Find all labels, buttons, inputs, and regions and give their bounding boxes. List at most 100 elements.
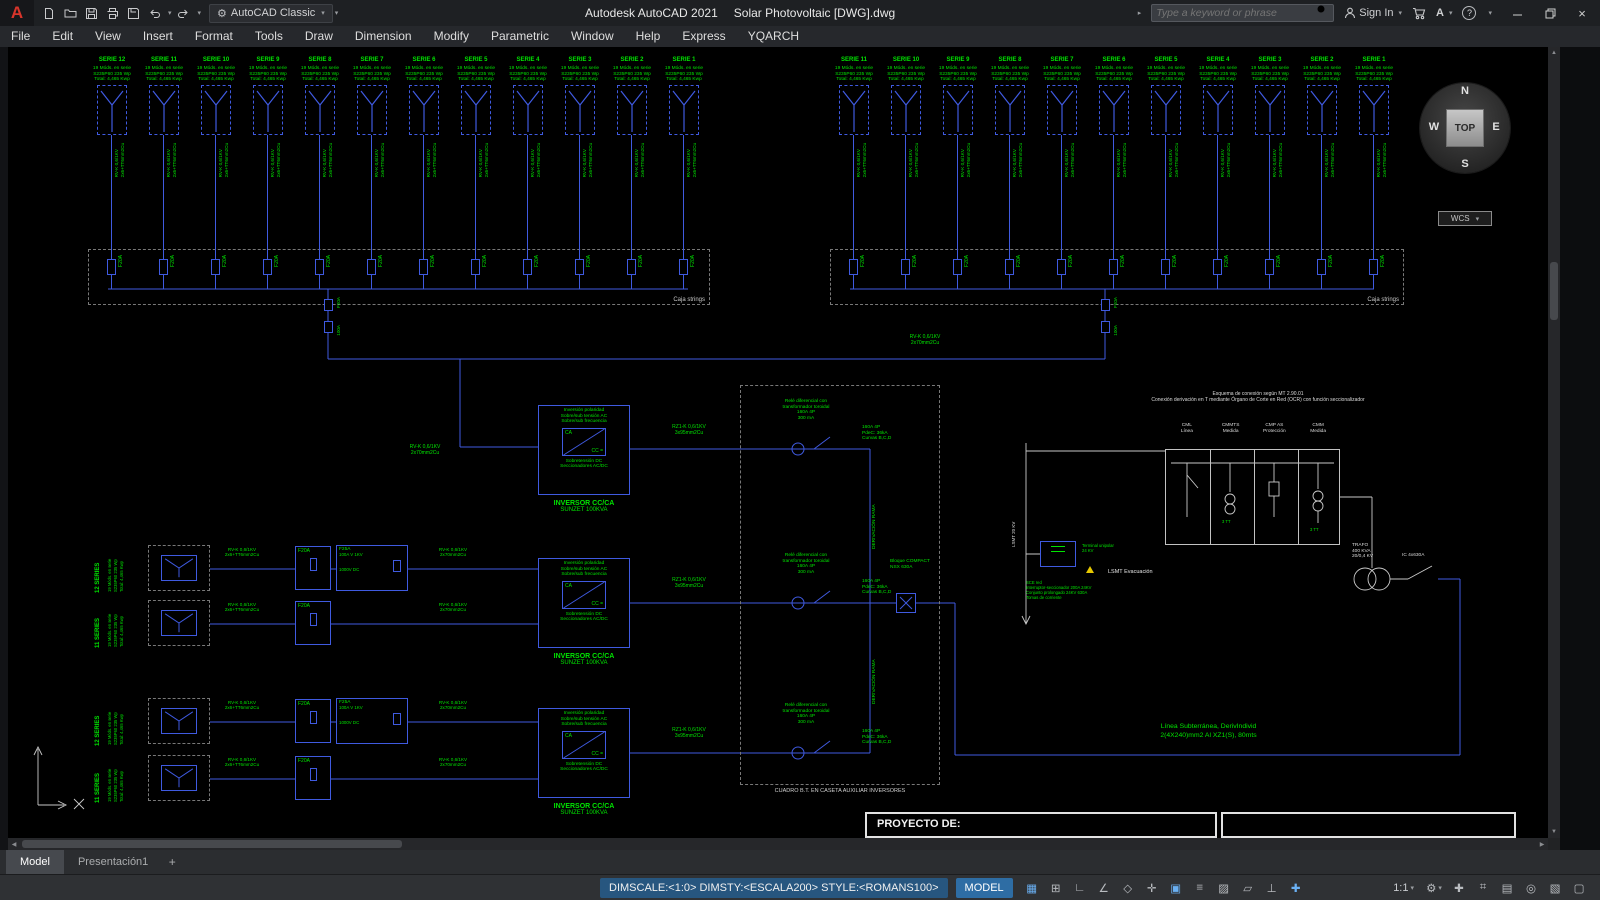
transformer-label: TRAFO 400 KVA 20/0,4 KV xyxy=(1352,543,1374,560)
annotation-scale-button[interactable]: 1:1 ▾ xyxy=(1387,878,1420,898)
menu-item[interactable]: Parametric xyxy=(480,26,560,47)
autocad-logo-icon[interactable]: A xyxy=(0,0,34,26)
differential-relay-cluster: Relé diferencial con transformador toroi… xyxy=(748,399,934,477)
menu-item[interactable]: Help xyxy=(625,26,672,47)
qat-customize-icon[interactable]: ▾ xyxy=(335,9,339,17)
sign-in-button[interactable]: Sign In ▾ xyxy=(1344,7,1402,19)
mv-feeder-label: LSMT 20 KV xyxy=(1011,521,1016,547)
undo-icon[interactable] xyxy=(145,4,163,22)
help-icon[interactable]: ? xyxy=(1462,6,1477,20)
save-icon[interactable] xyxy=(82,4,100,22)
scroll-right-icon[interactable]: ▶ xyxy=(1536,838,1548,850)
menu-item[interactable]: Format xyxy=(184,26,244,47)
compass-north[interactable]: N xyxy=(1458,85,1472,97)
save-as-icon[interactable] xyxy=(124,4,142,22)
mv-cell-header: CMP AS Protección xyxy=(1263,423,1286,434)
differential-relay-cluster: Relé diferencial con transformador toroi… xyxy=(748,703,934,781)
horizontal-scrollbar[interactable]: ◀ ▶ xyxy=(8,838,1548,850)
menu-item[interactable]: Draw xyxy=(294,26,344,47)
derivacion-label: DERIVACIÓN RAMA xyxy=(872,504,877,549)
menu-item[interactable]: Tools xyxy=(244,26,294,47)
user-icon xyxy=(1345,7,1356,19)
scroll-left-icon[interactable]: ◀ xyxy=(8,838,20,850)
new-layout-button[interactable]: + xyxy=(162,855,182,869)
apps-icon[interactable]: A ▾ xyxy=(1436,7,1452,19)
search-input[interactable] xyxy=(1156,6,1317,20)
object-snap-icon[interactable]: ▣ xyxy=(1165,878,1187,898)
undo-dropdown-icon[interactable]: ▾ xyxy=(168,9,172,17)
menu-item[interactable]: Edit xyxy=(41,26,84,47)
tab-presentacion1[interactable]: Presentación1 xyxy=(64,850,162,874)
window-controls: × xyxy=(1510,5,1590,21)
chevron-down-icon: ▾ xyxy=(1438,884,1442,892)
compass-east[interactable]: E xyxy=(1489,121,1503,133)
isometric-drafting-icon[interactable]: ◇ xyxy=(1117,878,1139,898)
relay-label: Relé diferencial con transformador toroi… xyxy=(782,553,830,575)
compass-west[interactable]: W xyxy=(1427,121,1441,133)
menu-item[interactable]: Modify xyxy=(423,26,480,47)
relay-label: Relé diferencial con transformador toroi… xyxy=(782,703,830,725)
tab-model[interactable]: Model xyxy=(6,850,64,874)
quick-properties-icon[interactable]: ▤ xyxy=(1496,878,1518,898)
cart-icon[interactable] xyxy=(1412,7,1426,20)
drawing-canvas[interactable]: Caja strings SERIE 12 19 Móds. en serie … xyxy=(8,47,1548,838)
open-folder-icon[interactable] xyxy=(61,4,79,22)
menu-item[interactable]: Dimension xyxy=(344,26,423,47)
redo-dropdown-icon[interactable]: ▾ xyxy=(198,9,202,17)
graphics-performance-icon[interactable]: ▧ xyxy=(1544,878,1566,898)
ortho-mode-icon[interactable]: ∟ xyxy=(1069,878,1091,898)
minimize-button[interactable] xyxy=(1510,5,1526,21)
search-expand-icon[interactable]: ▸ xyxy=(1138,9,1142,17)
chevron-down-icon: ▾ xyxy=(1475,215,1480,223)
compass-south[interactable]: S xyxy=(1458,158,1472,170)
sign-in-label: Sign In xyxy=(1359,7,1394,19)
grid-icon[interactable]: ▦ xyxy=(1021,878,1043,898)
close-button[interactable]: × xyxy=(1574,5,1590,21)
nsx-breaker-symbol xyxy=(896,593,916,613)
units-icon[interactable]: ⌗ xyxy=(1472,878,1494,898)
transparency-icon[interactable]: ▨ xyxy=(1213,878,1235,898)
view-compass[interactable]: N W E S TOP xyxy=(1413,76,1517,180)
titleblock-right xyxy=(1221,812,1516,838)
lineweight-icon[interactable]: ≡ xyxy=(1189,878,1211,898)
help-dropdown-icon[interactable]: ▾ xyxy=(1488,9,1492,17)
mv-cell-header: CMM Medida xyxy=(1310,423,1326,434)
menu-item[interactable]: File xyxy=(0,26,41,47)
redo-icon[interactable] xyxy=(175,4,193,22)
gear-icon: ⚙ xyxy=(217,7,227,20)
search-icon[interactable] xyxy=(1316,4,1329,22)
plot-icon[interactable] xyxy=(103,4,121,22)
menu-item[interactable]: Insert xyxy=(132,26,184,47)
titlebar: A ▾ ▾ ⚙ AutoCAD Classic ▾ ▾ Autodesk Aut… xyxy=(0,0,1600,26)
isolate-objects-icon[interactable]: ◎ xyxy=(1520,878,1542,898)
mv-scheme-note: Esquema de conexión según MT 2.90.01 Con… xyxy=(1151,391,1365,403)
workspace-switcher[interactable]: ⚙ AutoCAD Classic ▾ xyxy=(209,3,333,23)
workspace-gear-icon[interactable]: ⚙ ▾ xyxy=(1423,878,1445,898)
chevron-down-icon: ▾ xyxy=(1398,10,1403,17)
dynamic-input-icon[interactable]: ✚ xyxy=(1285,878,1307,898)
model-space-button[interactable]: MODEL xyxy=(955,877,1013,898)
menu-item[interactable]: View xyxy=(84,26,132,47)
horizontal-scroll-thumb[interactable] xyxy=(22,840,402,848)
search-box[interactable] xyxy=(1151,4,1335,22)
restore-button[interactable] xyxy=(1542,5,1558,21)
polar-tracking-icon[interactable]: ∠ xyxy=(1093,878,1115,898)
menu-item[interactable]: Window xyxy=(560,26,625,47)
object-snap-tracking-icon[interactable]: ✛ xyxy=(1141,878,1163,898)
wcs-selector[interactable]: WCS ▾ xyxy=(1438,211,1492,226)
menu-item[interactable]: YQARCH xyxy=(737,26,810,47)
vertical-scrollbar[interactable]: ▲ ▼ xyxy=(1548,47,1560,838)
scroll-up-icon[interactable]: ▲ xyxy=(1548,47,1560,59)
clean-screen-icon[interactable]: ▢ xyxy=(1568,878,1590,898)
menu-item[interactable]: Express xyxy=(671,26,736,47)
new-file-icon[interactable] xyxy=(40,4,58,22)
scroll-down-icon[interactable]: ▼ xyxy=(1548,826,1560,838)
dynamic-ucs-icon[interactable]: ⊥ xyxy=(1261,878,1283,898)
dim-style-fields[interactable]: DIMSCALE:<1:0> DIMSTY:<ESCALA200> STYLE:… xyxy=(600,877,948,898)
selection-cycling-icon[interactable]: ▱ xyxy=(1237,878,1259,898)
warning-triangle-icon xyxy=(1086,566,1094,573)
viewcube-top-face[interactable]: TOP xyxy=(1446,109,1484,147)
vertical-scroll-thumb[interactable] xyxy=(1550,262,1558,320)
annotation-monitor-icon[interactable]: ✚ xyxy=(1448,878,1470,898)
snap-mode-icon[interactable]: ⊞ xyxy=(1045,878,1067,898)
